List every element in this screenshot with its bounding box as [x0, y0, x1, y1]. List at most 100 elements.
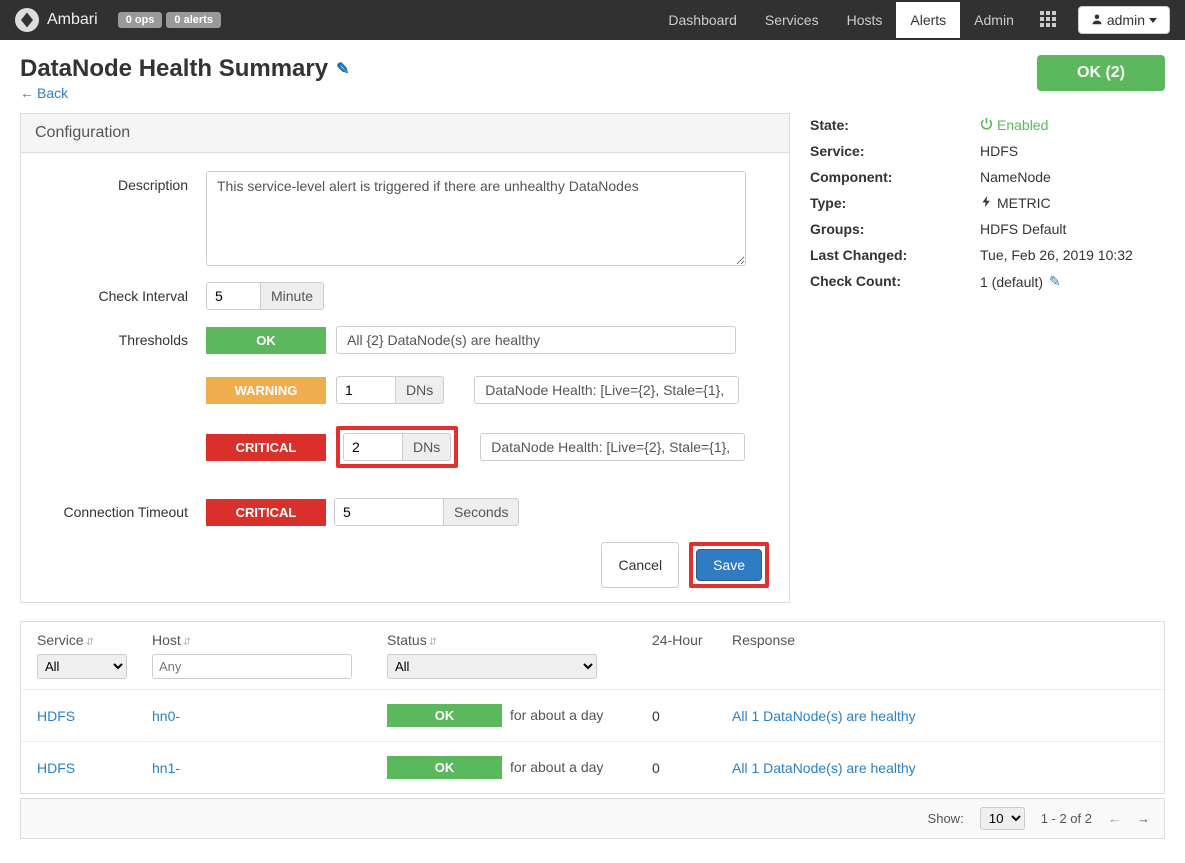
bolt-icon: [980, 195, 993, 211]
back-link[interactable]: ← Back: [20, 85, 350, 101]
brand-text: Ambari: [47, 11, 98, 29]
table-footer: Show: 10 1 - 2 of 2 ← →: [20, 798, 1165, 839]
admin-label: admin: [1107, 12, 1145, 28]
threshold-ok-text[interactable]: [336, 326, 736, 354]
configuration-panel: Configuration Description This service-l…: [20, 113, 790, 603]
show-label: Show:: [928, 811, 964, 826]
nav-dashboard[interactable]: Dashboard: [654, 2, 751, 38]
check-interval-label: Check Interval: [41, 282, 206, 304]
threshold-warning-value[interactable]: [336, 376, 396, 404]
header-24hour: 24-Hour: [646, 632, 726, 648]
component-value: NameNode: [980, 169, 1051, 185]
conn-critical-label: CRITICAL: [206, 499, 326, 526]
caret-down-icon: [1149, 18, 1157, 23]
state-label: State:: [810, 117, 980, 133]
prev-page-icon[interactable]: ←: [1108, 811, 1121, 826]
table-row: HDFS hn1- OK for about a day 0 All 1 DataNode…: [21, 741, 1164, 793]
table-row: HDFS hn0- OK for about a day 0 All 1 DataNode…: [21, 689, 1164, 741]
row-status-badge: OK: [387, 704, 502, 727]
connection-timeout-unit: Seconds: [444, 498, 519, 526]
save-button[interactable]: Save: [696, 549, 762, 581]
row-status-text: for about a day: [510, 707, 603, 723]
changed-label: Last Changed:: [810, 247, 980, 263]
nav-admin[interactable]: Admin: [960, 2, 1028, 38]
check-interval-unit: Minute: [261, 282, 324, 310]
count-value: 1 (default) ✎: [980, 273, 1061, 290]
ops-badge[interactable]: 0 ops: [118, 12, 163, 28]
row-24hour: 0: [646, 708, 726, 724]
groups-label: Groups:: [810, 221, 980, 237]
threshold-warning-msg[interactable]: [474, 376, 739, 404]
threshold-critical-msg[interactable]: [480, 433, 745, 461]
connection-timeout-input[interactable]: [334, 498, 444, 526]
cancel-button[interactable]: Cancel: [601, 542, 679, 588]
filter-service[interactable]: All: [37, 654, 127, 679]
threshold-critical-value[interactable]: [343, 433, 403, 461]
alert-meta-panel: State: Enabled Service:HDFS Component:Na…: [810, 113, 1165, 603]
state-value[interactable]: Enabled: [980, 117, 1048, 133]
next-page-icon[interactable]: →: [1137, 811, 1150, 826]
alerts-badge[interactable]: 0 alerts: [166, 12, 221, 28]
row-host-link[interactable]: hn1-: [152, 760, 180, 776]
admin-user-button[interactable]: admin: [1078, 6, 1170, 34]
config-panel-title: Configuration: [21, 114, 789, 153]
header-service[interactable]: Service⇵: [31, 632, 146, 648]
threshold-ok-label: OK: [206, 327, 326, 354]
apps-grid-icon[interactable]: [1028, 11, 1068, 30]
threshold-critical-unit: DNs: [403, 433, 451, 461]
description-label: Description: [41, 171, 206, 193]
sort-icon: ⇵: [183, 637, 191, 648]
table-header: Service⇵ Host⇵ Status⇵ 24-Hour Response: [21, 622, 1164, 654]
connection-timeout-label: Connection Timeout: [41, 498, 206, 520]
threshold-warning-unit: DNs: [396, 376, 444, 404]
service-value: HDFS: [980, 143, 1018, 159]
row-service-link[interactable]: HDFS: [37, 760, 75, 776]
count-label: Check Count:: [810, 273, 980, 290]
row-status-text: for about a day: [510, 759, 603, 775]
instances-table: Service⇵ Host⇵ Status⇵ 24-Hour Response …: [20, 621, 1165, 794]
changed-value: Tue, Feb 26, 2019 10:32: [980, 247, 1133, 263]
thresholds-label: Thresholds: [41, 326, 206, 348]
ambari-logo-icon: [15, 8, 39, 32]
user-icon: [1091, 12, 1103, 28]
row-host-link[interactable]: hn0-: [152, 708, 180, 724]
row-response-link[interactable]: All 1 DataNode(s) are healthy: [732, 760, 916, 776]
nav-hosts[interactable]: Hosts: [833, 2, 897, 38]
threshold-warning-label: WARNING: [206, 377, 326, 404]
page-title: DataNode Health Summary ✎: [20, 55, 350, 83]
sort-icon: ⇵: [429, 637, 437, 648]
nav-services[interactable]: Services: [751, 2, 833, 38]
description-textarea[interactable]: This service-level alert is triggered if…: [206, 171, 746, 266]
power-icon: [980, 117, 993, 133]
summary-status-badge[interactable]: OK (2): [1037, 55, 1165, 91]
groups-value: HDFS Default: [980, 221, 1066, 237]
type-label: Type:: [810, 195, 980, 211]
critical-value-highlight: DNs: [336, 426, 458, 468]
save-button-highlight: Save: [689, 542, 769, 588]
row-service-link[interactable]: HDFS: [37, 708, 75, 724]
service-label: Service:: [810, 143, 980, 159]
nav-alerts[interactable]: Alerts: [896, 2, 960, 38]
filter-row: All All: [21, 654, 1164, 689]
header-response: Response: [726, 632, 1154, 648]
range-label: 1 - 2 of 2: [1041, 811, 1092, 826]
filter-host[interactable]: [152, 654, 352, 679]
navbar: Ambari 0 ops 0 alerts Dashboard Services…: [0, 0, 1185, 40]
header-host[interactable]: Host⇵: [146, 632, 381, 648]
header-status[interactable]: Status⇵: [381, 632, 646, 648]
arrow-left-icon: ←: [20, 85, 34, 101]
edit-title-icon[interactable]: ✎: [336, 59, 349, 79]
edit-count-icon[interactable]: ✎: [1049, 273, 1061, 290]
navbar-brand[interactable]: Ambari: [15, 8, 98, 32]
threshold-critical-label: CRITICAL: [206, 434, 326, 461]
sort-icon: ⇵: [86, 637, 94, 648]
page-header: DataNode Health Summary ✎ ← Back OK (2): [20, 55, 1165, 101]
type-value: METRIC: [980, 195, 1051, 211]
row-24hour: 0: [646, 760, 726, 776]
component-label: Component:: [810, 169, 980, 185]
row-status-badge: OK: [387, 756, 502, 779]
show-select[interactable]: 10: [980, 807, 1025, 830]
row-response-link[interactable]: All 1 DataNode(s) are healthy: [732, 708, 916, 724]
check-interval-input[interactable]: [206, 282, 261, 310]
filter-status[interactable]: All: [387, 654, 597, 679]
